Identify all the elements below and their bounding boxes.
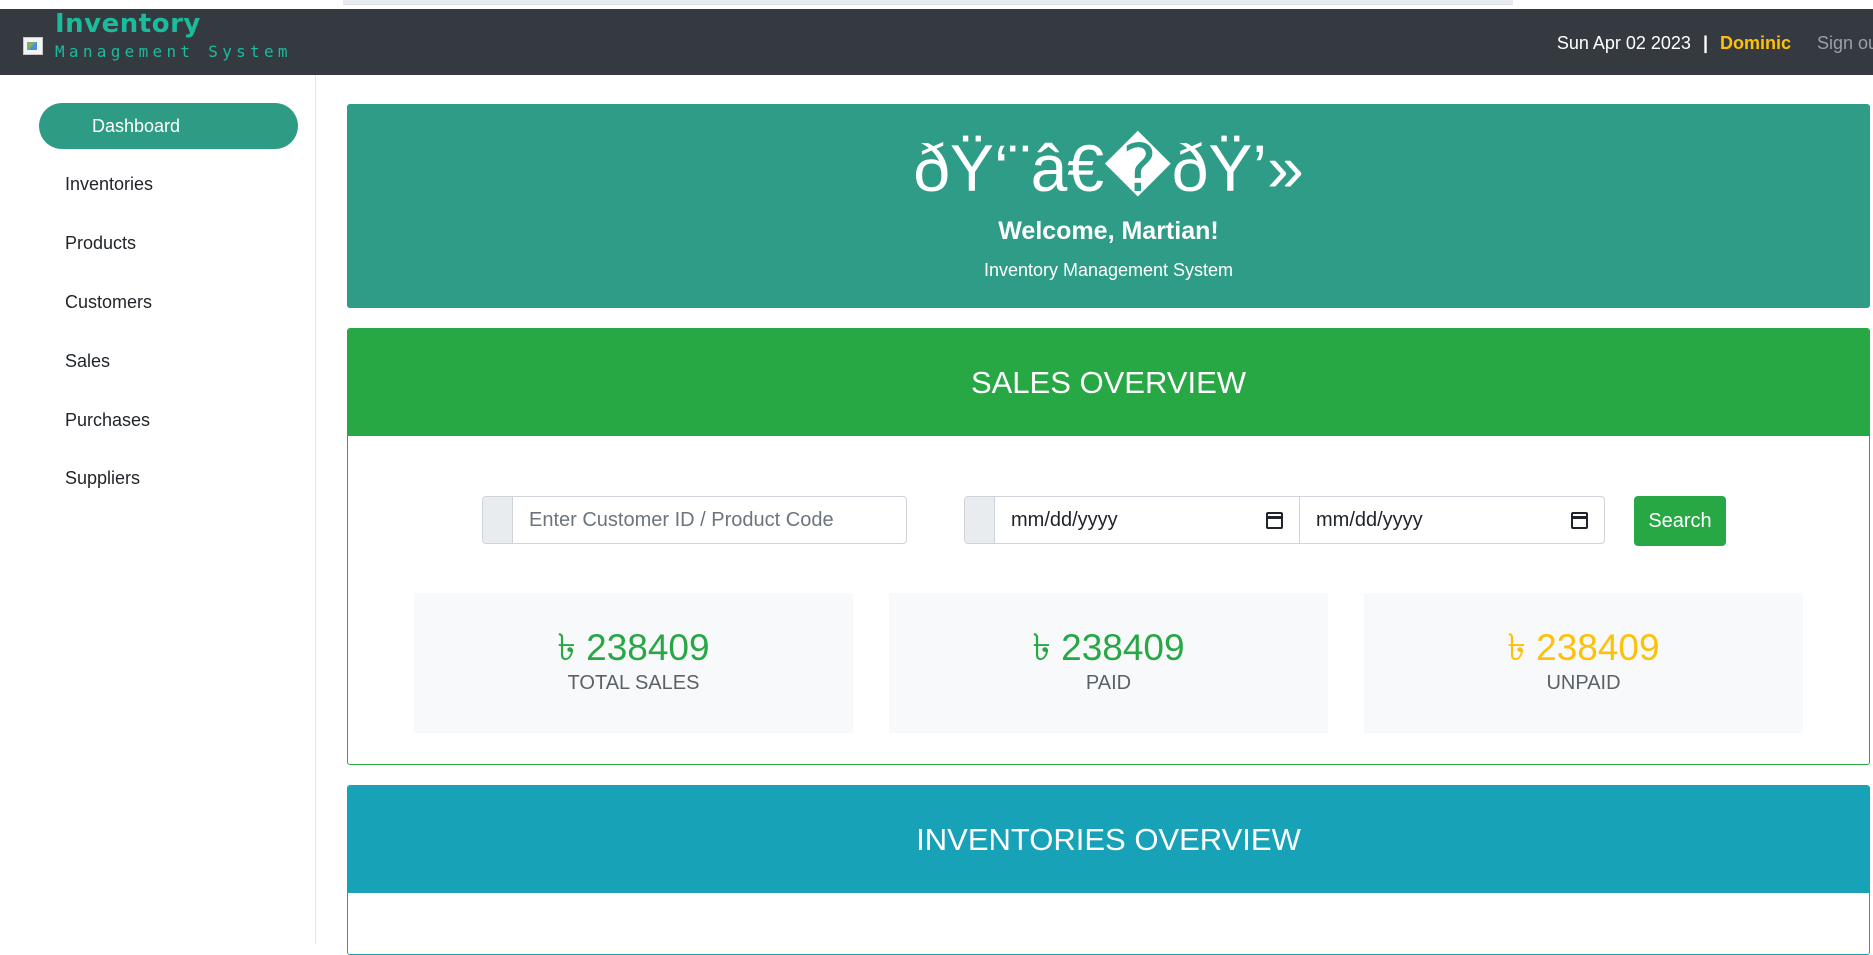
date-from-input[interactable]: mm/dd/yyyy (995, 497, 1299, 543)
navbar-separator: | (1702, 32, 1708, 53)
mojibake-emoji-text: ðŸ‘¨â€�ðŸ’» (913, 131, 1304, 205)
sidebar-item-dashboard[interactable]: Dashboard (39, 103, 298, 149)
sidebar-item-products[interactable]: Products (39, 220, 298, 266)
paid-label: PAID (1085, 672, 1132, 694)
calendar-icon[interactable] (1571, 511, 1588, 529)
stat-total-sales: ৳ 238409 TOTAL SALES (414, 593, 853, 733)
top-scroll-line (343, 0, 1513, 5)
welcome-title: Welcome, Martian! (998, 217, 1219, 245)
sidebar-item-suppliers[interactable]: Suppliers (39, 455, 298, 501)
date-addon (965, 497, 995, 543)
date-to-input[interactable]: mm/dd/yyyy (1299, 497, 1604, 543)
stat-unpaid: ৳ 238409 UNPAID (1364, 593, 1803, 733)
brand-subtitle: Management System (55, 42, 292, 61)
date-from-value: mm/dd/yyyy (1011, 508, 1118, 531)
brand-title[interactable]: Inventory (55, 9, 201, 39)
unpaid-label: UNPAID (1546, 672, 1621, 694)
broken-image-icon (23, 37, 43, 55)
top-strip (0, 0, 1873, 9)
search-button[interactable]: Search (1634, 496, 1726, 546)
current-date: Sun Apr 02 2023 (1556, 32, 1691, 53)
sales-overview-card: SALES OVERVIEW Enter Customer ID / Produ… (347, 328, 1870, 765)
user-name[interactable]: Dominic (1720, 33, 1791, 54)
date-to-value: mm/dd/yyyy (1316, 508, 1423, 531)
search-addon (483, 497, 513, 543)
welcome-subtitle: Inventory Management System (983, 260, 1234, 280)
sidebar: Dashboard Inventories Products Customers… (0, 75, 316, 944)
sidebar-item-customers[interactable]: Customers (39, 279, 298, 325)
date-range-group: mm/dd/yyyy mm/dd/yyyy (964, 496, 1605, 544)
total-sales-label: TOTAL SALES (567, 672, 700, 694)
navbar-right: Sun Apr 02 2023 | Dominic Sign out (1557, 31, 1873, 55)
signout-link[interactable]: Sign out (1817, 33, 1873, 54)
sidebar-item-inventories[interactable]: Inventories (39, 161, 298, 207)
inventories-overview-card: INVENTORIES OVERVIEW (347, 785, 1870, 955)
stat-paid: ৳ 238409 PAID (889, 593, 1328, 733)
inventories-overview-header: INVENTORIES OVERVIEW (348, 786, 1869, 893)
search-input[interactable]: Enter Customer ID / Product Code (513, 497, 906, 543)
sidebar-item-purchases[interactable]: Purchases (39, 397, 298, 443)
calendar-icon[interactable] (1266, 511, 1283, 529)
sidebar-item-sales[interactable]: Sales (39, 338, 298, 384)
welcome-banner: ðŸ‘¨â€�ðŸ’» Welcome, Martian! Inventory … (347, 104, 1870, 308)
navbar: Inventory Management System Sun Apr 02 2… (0, 9, 1873, 75)
sales-overview-header: SALES OVERVIEW (348, 329, 1869, 436)
search-input-group: Enter Customer ID / Product Code (482, 496, 907, 544)
